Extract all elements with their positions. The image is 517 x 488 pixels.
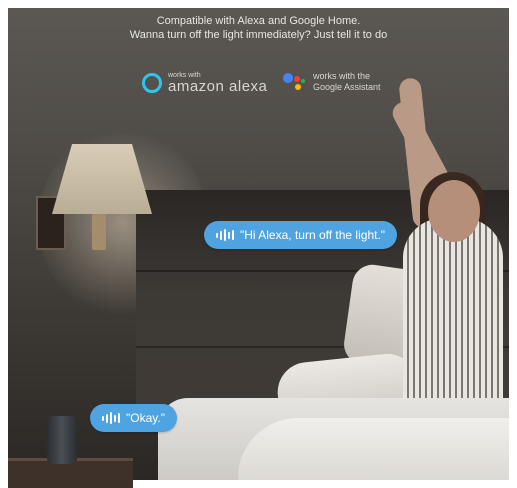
product-scene: Compatible with Alexa and Google Home. W…	[0, 0, 517, 488]
alexa-ring-icon	[142, 73, 162, 93]
caption: Compatible with Alexa and Google Home. W…	[0, 14, 517, 42]
google-assistant-logo: works with the Google Assistant	[283, 70, 381, 94]
voice-reply-text: "Okay."	[126, 411, 165, 425]
caption-line-2: Wanna turn off the light immediately? Ju…	[129, 29, 388, 41]
google-logo-line-1: works with the	[313, 71, 371, 81]
voice-command-bubble: "Hi Alexa, turn off the light."	[204, 221, 398, 249]
sound-wave-icon	[216, 229, 234, 241]
sound-wave-icon	[102, 412, 120, 424]
blanket	[238, 418, 509, 480]
voice-command-text: "Hi Alexa, turn off the light."	[240, 228, 386, 242]
caption-line-1: Compatible with Alexa and Google Home.	[156, 15, 361, 27]
google-assistant-icon	[283, 70, 307, 94]
alexa-logo: works with amazon alexa	[142, 72, 267, 94]
voice-reply-bubble: "Okay."	[90, 404, 177, 432]
google-logo-line-2: Google Assistant	[313, 82, 381, 92]
lamp-body	[92, 214, 106, 250]
woman-shirt	[403, 218, 503, 428]
alexa-logo-wordmark: amazon alexa	[168, 78, 268, 95]
smart-speaker	[47, 416, 77, 464]
woman-head	[428, 180, 480, 242]
